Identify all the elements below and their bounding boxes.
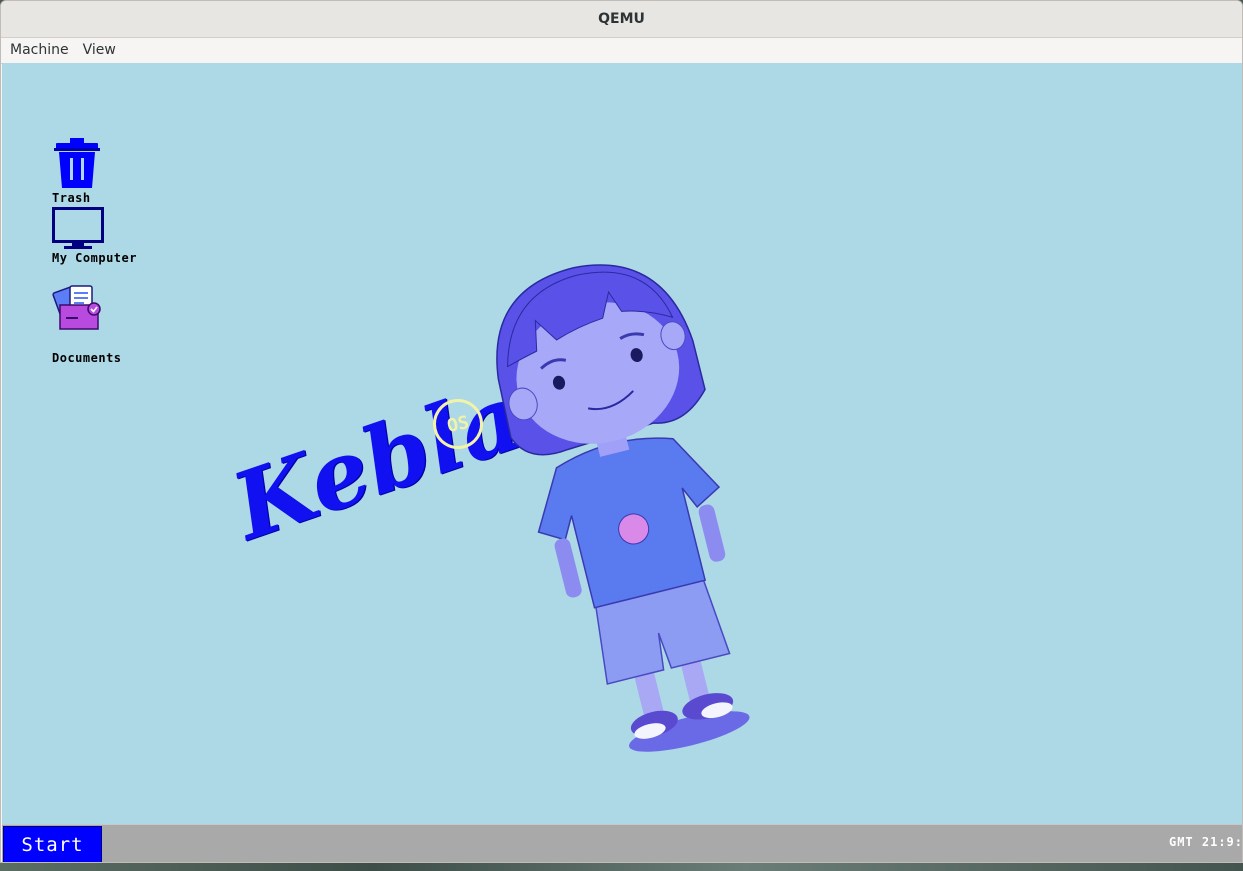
trash-icon[interactable] <box>54 137 100 189</box>
qemu-window: QEMU Machine View Trash My Computer Docu… <box>0 0 1243 863</box>
menu-view[interactable]: View <box>76 38 123 63</box>
host-desktop-strip <box>0 863 1243 871</box>
menu-machine[interactable]: Machine <box>3 38 76 63</box>
menubar: Machine View <box>1 38 1242 64</box>
taskbar-clock: GMT 21:9: <box>1168 835 1243 849</box>
window-title: QEMU <box>598 11 645 27</box>
start-button[interactable]: Start <box>3 826 102 862</box>
my-computer-label[interactable]: My Computer <box>52 251 137 265</box>
documents-label[interactable]: Documents <box>52 351 122 365</box>
trash-label[interactable]: Trash <box>52 191 91 205</box>
documents-folder-icon[interactable] <box>52 283 104 333</box>
guest-desktop[interactable]: Trash My Computer Documents Kebla OS Sta… <box>2 63 1243 862</box>
taskbar: Start GMT 21:9: <box>2 824 1243 862</box>
wallpaper-character-illustration <box>496 264 750 752</box>
window-titlebar[interactable]: QEMU <box>1 1 1242 38</box>
monitor-icon[interactable] <box>52 207 104 251</box>
